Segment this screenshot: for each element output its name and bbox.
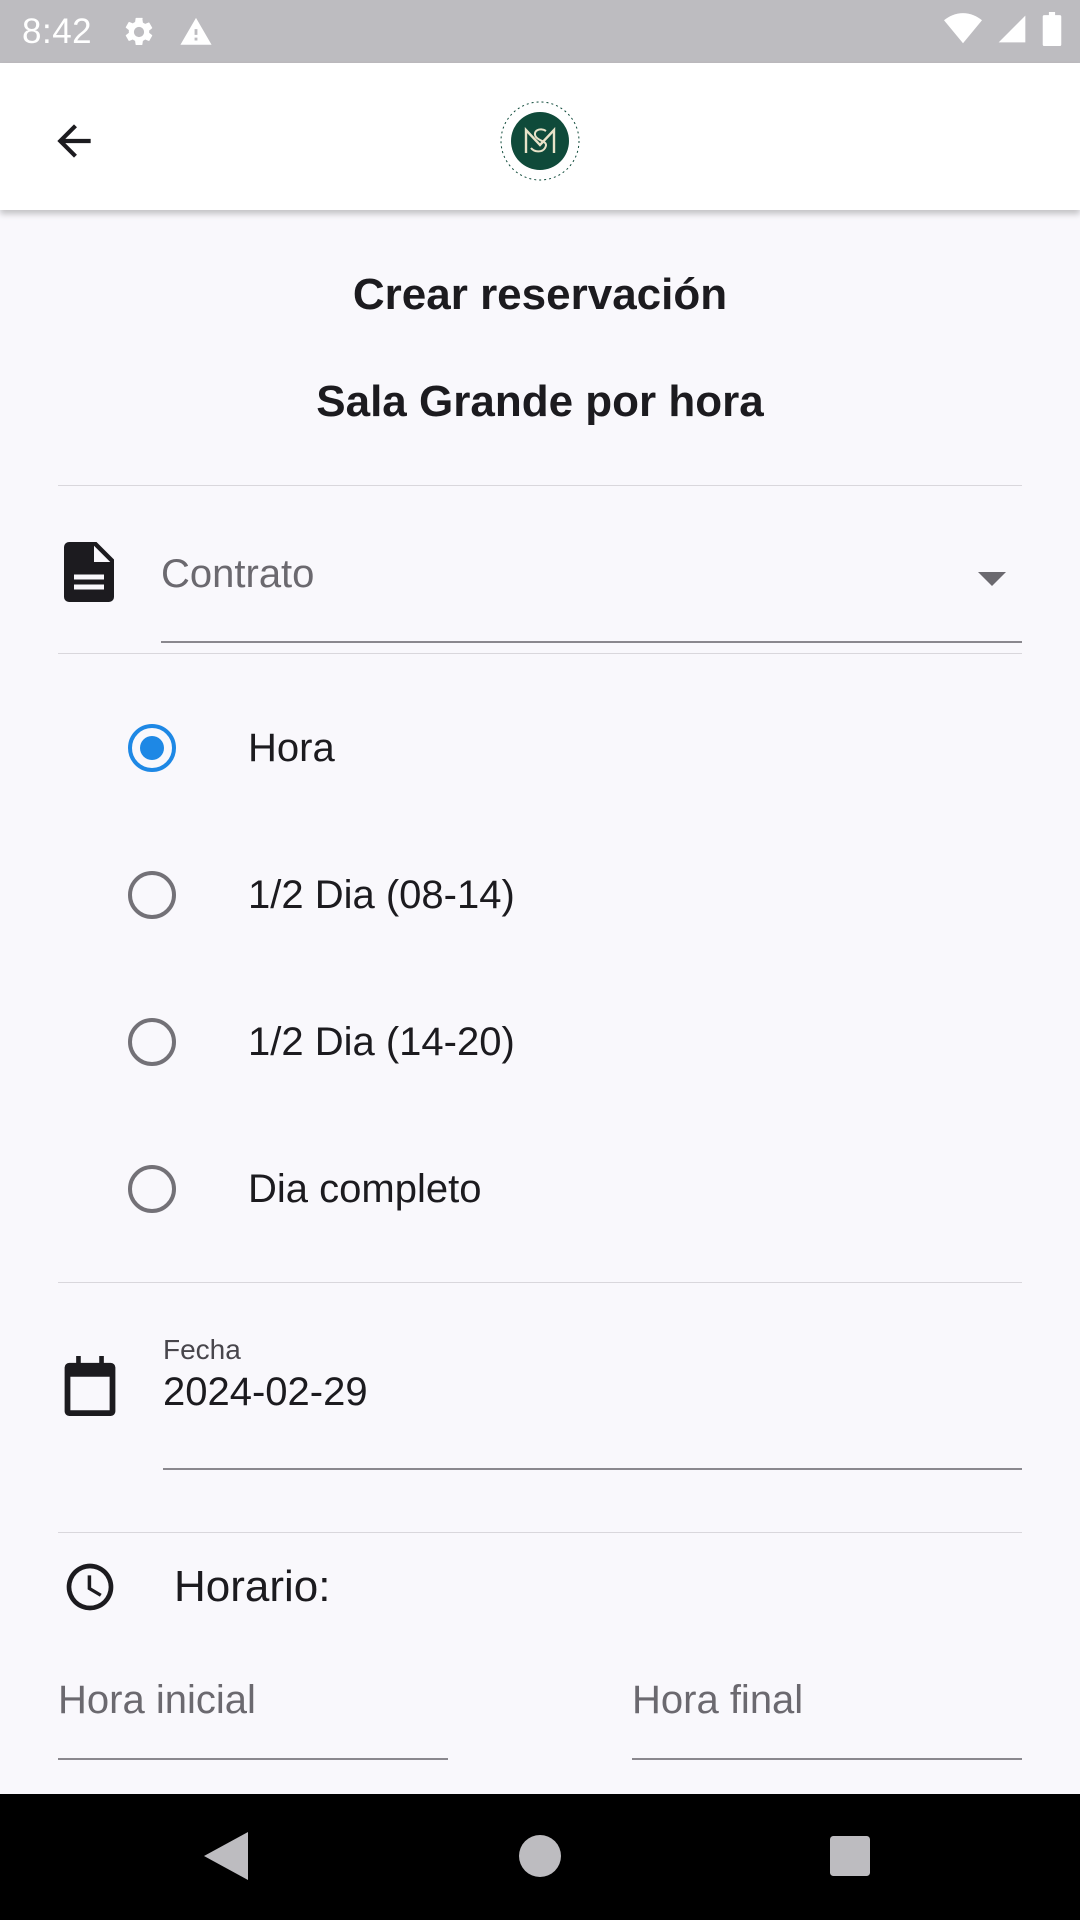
nav-home-icon bbox=[519, 1835, 561, 1877]
page-title: Crear reservación bbox=[352, 270, 728, 319]
warning-icon bbox=[178, 15, 214, 49]
navigation-bar bbox=[0, 1794, 1080, 1920]
date-field[interactable]: Fecha 2024-02-29 bbox=[163, 1334, 1022, 1470]
back-button[interactable] bbox=[38, 105, 110, 177]
end-time-field[interactable]: Hora final bbox=[632, 1650, 1022, 1760]
nav-recents-icon bbox=[830, 1836, 870, 1876]
radio-button[interactable] bbox=[128, 1018, 176, 1066]
screen: 8:42 Crear reservación Sala Grande por h… bbox=[0, 0, 1080, 1920]
radio-label: 1/2 Dia (14-20) bbox=[248, 1019, 515, 1064]
dropdown-arrow-icon bbox=[978, 572, 1006, 586]
document-icon bbox=[64, 542, 114, 602]
radio-label: 1/2 Dia (08-14) bbox=[248, 872, 515, 917]
signal-icon bbox=[996, 13, 1028, 50]
status-time: 8:42 bbox=[22, 11, 93, 51]
radio-option-half-day-morning[interactable]: 1/2 Dia (08-14) bbox=[128, 855, 828, 935]
status-bar: 8:42 bbox=[0, 0, 1080, 63]
divider bbox=[58, 485, 1022, 486]
end-time-placeholder: Hora final bbox=[632, 1678, 804, 1722]
divider bbox=[58, 1282, 1022, 1283]
nav-back-icon bbox=[204, 1832, 248, 1880]
clock-icon bbox=[62, 1559, 118, 1615]
date-value: 2024-02-29 bbox=[163, 1370, 368, 1414]
page-subtitle: Sala Grande por hora bbox=[316, 377, 764, 426]
contract-dropdown[interactable]: Contrato bbox=[161, 530, 1022, 643]
status-right-icons bbox=[944, 0, 1062, 63]
estacion-san-miguel-logo bbox=[496, 97, 584, 185]
radio-button[interactable] bbox=[128, 871, 176, 919]
radio-option-full-day[interactable]: Dia completo bbox=[128, 1149, 828, 1229]
settings-icon bbox=[122, 15, 156, 49]
calendar-icon bbox=[62, 1356, 118, 1416]
nav-recents-button[interactable] bbox=[818, 1824, 882, 1888]
contract-placeholder: Contrato bbox=[161, 552, 315, 596]
radio-label: Hora bbox=[248, 725, 335, 770]
start-time-field[interactable]: Hora inicial bbox=[58, 1650, 448, 1760]
divider bbox=[58, 653, 1022, 654]
radio-option-half-day-afternoon[interactable]: 1/2 Dia (14-20) bbox=[128, 1002, 828, 1082]
radio-button-selected[interactable] bbox=[128, 724, 176, 772]
schedule-label: Horario: bbox=[174, 1562, 331, 1611]
nav-home-button[interactable] bbox=[508, 1824, 572, 1888]
nav-back-button[interactable] bbox=[194, 1824, 258, 1888]
radio-label: Dia completo bbox=[248, 1166, 482, 1211]
battery-icon bbox=[1042, 12, 1062, 51]
arrow-back-icon bbox=[57, 124, 91, 158]
start-time-placeholder: Hora inicial bbox=[58, 1678, 256, 1722]
radio-option-hora[interactable]: Hora bbox=[128, 708, 828, 788]
radio-button[interactable] bbox=[128, 1165, 176, 1213]
divider bbox=[58, 1532, 1022, 1533]
wifi-icon bbox=[944, 13, 982, 50]
app-bar bbox=[0, 63, 1080, 210]
date-label: Fecha bbox=[163, 1334, 241, 1365]
